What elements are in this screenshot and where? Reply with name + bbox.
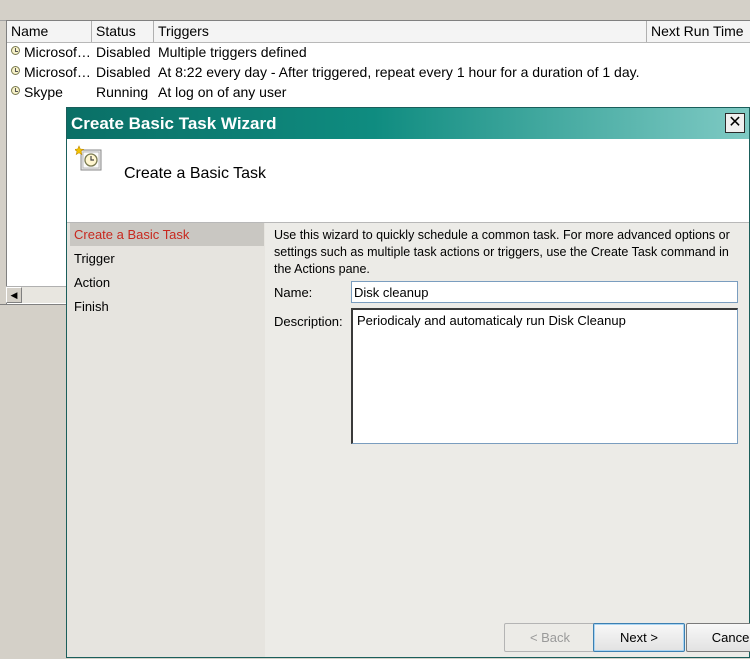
task-triggers: Multiple triggers defined <box>158 44 307 60</box>
clock-icon <box>11 86 20 95</box>
task-triggers: At 8:22 every day - After triggered, rep… <box>158 64 640 80</box>
task-name: Microsof… <box>24 44 91 60</box>
step-trigger[interactable]: Trigger <box>70 247 264 270</box>
table-row[interactable]: Microsof… Disabled At 8:22 every day - A… <box>7 62 750 82</box>
column-header-next-run-time[interactable]: Next Run Time <box>647 21 750 42</box>
step-action[interactable]: Action <box>70 271 264 294</box>
task-status: Running <box>96 84 149 100</box>
wizard-steps: Create a Basic Task Trigger Action Finis… <box>67 223 265 657</box>
clock-icon <box>11 46 20 55</box>
horizontal-scrollbar[interactable]: ◀ <box>6 286 66 303</box>
create-basic-task-wizard: Create Basic Task Wizard ✕ Create a Basi… <box>66 107 750 658</box>
task-name: Skype <box>24 84 63 100</box>
close-icon: ✕ <box>728 114 742 131</box>
column-header-name[interactable]: Name <box>7 21 92 42</box>
description-label: Description: <box>274 314 343 329</box>
name-label: Name: <box>274 285 313 300</box>
table-row[interactable]: Microsof… Disabled Multiple triggers def… <box>7 42 750 62</box>
column-header-triggers[interactable]: Triggers <box>154 21 647 42</box>
task-triggers: At log on of any user <box>158 84 287 100</box>
wizard-header: Create a Basic Task <box>67 139 749 223</box>
window-top-bar <box>0 0 750 21</box>
close-button[interactable]: ✕ <box>725 113 745 133</box>
step-finish[interactable]: Finish <box>70 295 264 318</box>
name-field[interactable] <box>351 281 738 303</box>
page-title: Create a Basic Task <box>124 165 266 182</box>
table-row[interactable]: Skype Running At log on of any user <box>7 82 750 102</box>
task-status: Disabled <box>96 44 151 60</box>
next-button[interactable]: Next > <box>593 623 685 652</box>
description-field[interactable]: Periodicaly and automaticaly run Disk Cl… <box>351 308 738 444</box>
dialog-titlebar[interactable]: Create Basic Task Wizard ✕ <box>67 108 749 139</box>
task-name: Microsof… <box>24 64 91 80</box>
wizard-intro-text: Use this wizard to quickly schedule a co… <box>274 228 730 276</box>
column-header-status[interactable]: Status <box>92 21 154 42</box>
dialog-title: Create Basic Task Wizard <box>71 114 277 133</box>
cancel-button[interactable]: Cancel <box>686 623 750 652</box>
step-create-basic-task[interactable]: Create a Basic Task <box>70 223 264 246</box>
scroll-left-icon[interactable]: ◀ <box>6 287 22 303</box>
task-list-header: Name Status Triggers Next Run Time <box>7 21 750 43</box>
task-clock-icon <box>75 145 102 171</box>
task-status: Disabled <box>96 64 151 80</box>
clock-icon <box>11 66 20 75</box>
back-button[interactable]: < Back <box>504 623 596 652</box>
